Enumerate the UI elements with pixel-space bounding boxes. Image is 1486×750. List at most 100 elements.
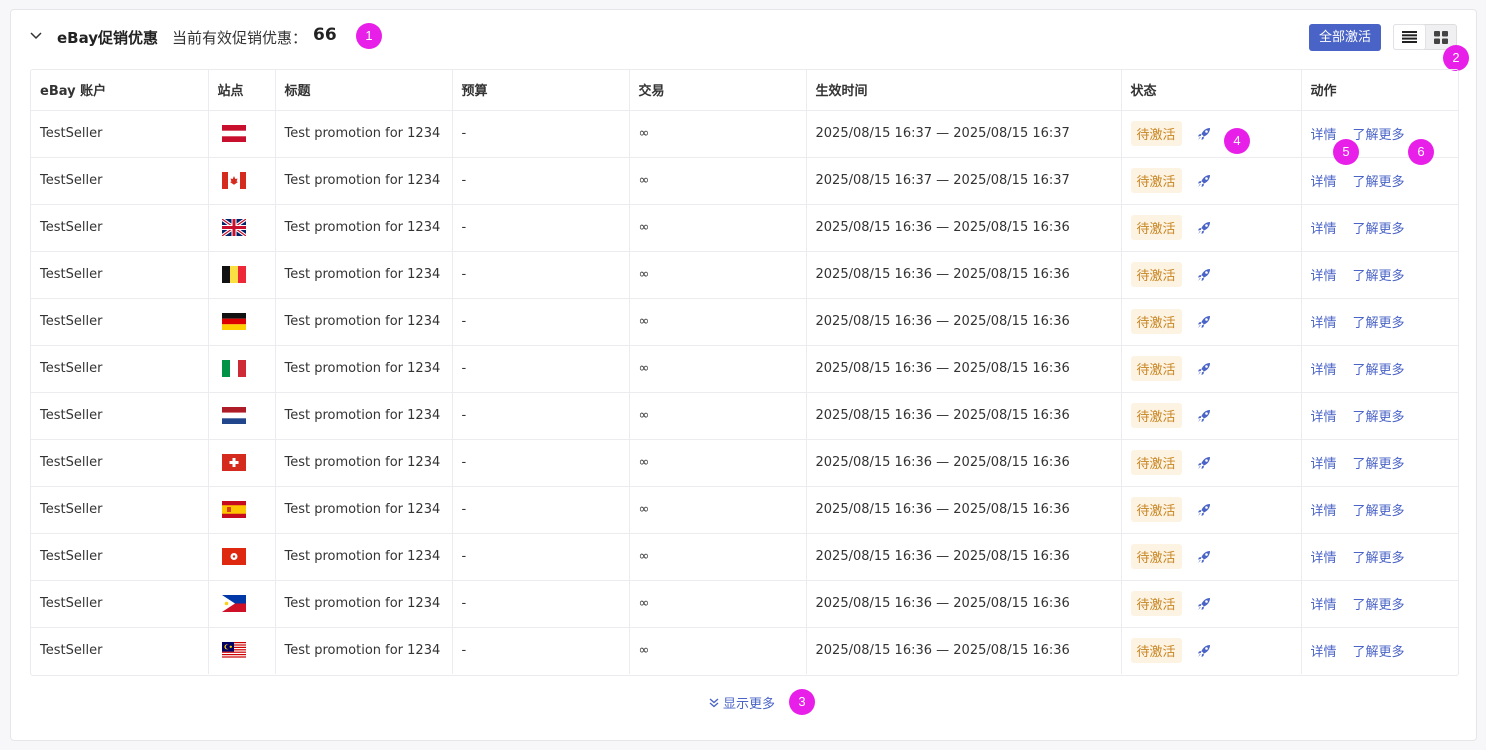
cell-site [208, 251, 276, 299]
activate-all-button[interactable]: 全部激活 [1309, 24, 1381, 51]
cell-account: TestSeller [31, 204, 209, 252]
view-toggle [1393, 24, 1457, 50]
detail-link[interactable]: 详情 [1311, 504, 1337, 519]
cell-title: Test promotion for 1234 [275, 392, 453, 440]
learn-more-link[interactable]: 了解更多 [1353, 645, 1405, 660]
cell-site [208, 439, 276, 487]
rocket-icon[interactable] [1196, 549, 1212, 565]
chevron-down-icon[interactable] [29, 28, 43, 42]
column-header-actions[interactable]: 动作 [1301, 70, 1458, 111]
cell-title: Test promotion for 1234 [275, 345, 453, 393]
learn-more-link[interactable]: 了解更多 [1353, 410, 1405, 425]
flag-uk-icon [221, 219, 246, 236]
cell-period: 2025/08/15 16:36 — 2025/08/15 16:36 [806, 486, 1122, 534]
detail-link[interactable]: 详情 [1311, 457, 1337, 472]
cell-title: Test promotion for 1234 [275, 627, 453, 674]
annotation-marker-4: 4 [1224, 128, 1250, 154]
cell-deals: ∞ [629, 345, 807, 393]
learn-more-link[interactable]: 了解更多 [1353, 598, 1405, 613]
cell-status: 待激活 [1121, 392, 1302, 440]
detail-link[interactable]: 详情 [1311, 551, 1337, 566]
card-header: eBay促销优惠 当前有效促销优惠： 66 1 全部激活 2 [11, 10, 1476, 71]
detail-link[interactable]: 详情 [1311, 222, 1337, 237]
cell-budget: - [452, 533, 630, 581]
cell-site [208, 392, 276, 440]
learn-more-link[interactable]: 了解更多 [1353, 316, 1405, 331]
learn-more-link[interactable]: 了解更多 [1353, 222, 1405, 237]
cell-actions: 详情 了解更多 [1301, 580, 1458, 628]
cell-budget: - [452, 392, 630, 440]
detail-link[interactable]: 详情 [1311, 269, 1337, 284]
detail-link[interactable]: 详情 [1311, 363, 1337, 378]
status-badge: 待激活 [1130, 403, 1182, 428]
rocket-icon[interactable] [1196, 126, 1212, 142]
table-row: TestSeller Test promotion for 1234- ∞ 2025/… [31, 345, 1458, 393]
rocket-icon[interactable] [1196, 220, 1212, 236]
rocket-icon[interactable] [1196, 408, 1212, 424]
flag-es-icon [221, 501, 246, 518]
cell-title: Test promotion for 1234 [275, 439, 453, 487]
status-badge: 待激活 [1130, 638, 1182, 664]
cell-actions: 详情 了解更多 [1301, 533, 1458, 581]
cell-budget: - [452, 580, 630, 628]
cell-status: 待激活 [1121, 110, 1302, 158]
column-header-site[interactable]: 站点 [208, 70, 276, 111]
promotions-card: eBay促销优惠 当前有效促销优惠： 66 1 全部激活 2 eBay 账户 站… [10, 9, 1477, 741]
column-header-account[interactable]: eBay 账户 [31, 70, 209, 111]
flag-ph-icon [221, 595, 246, 612]
cell-account: TestSeller [31, 345, 209, 393]
cell-period: 2025/08/15 16:36 — 2025/08/15 16:36 [806, 580, 1122, 628]
cell-site [208, 110, 276, 158]
cell-period: 2025/08/15 16:37 — 2025/08/15 16:37 [806, 110, 1122, 158]
column-header-title[interactable]: 标题 [275, 70, 453, 111]
learn-more-link[interactable]: 了解更多 [1353, 457, 1405, 472]
flag-be-icon [221, 266, 246, 283]
cell-status: 待激活 [1121, 251, 1302, 299]
learn-more-link[interactable]: 了解更多 [1353, 128, 1405, 143]
learn-more-link[interactable]: 了解更多 [1353, 175, 1405, 190]
table-row: TestSeller Test promotion for 1234- ∞ 2025/… [31, 486, 1458, 534]
flag-it-icon [221, 360, 246, 377]
annotation-marker-6: 6 [1408, 139, 1434, 165]
detail-link[interactable]: 详情 [1311, 175, 1337, 190]
rocket-icon[interactable] [1196, 314, 1212, 330]
status-badge: 待激活 [1130, 544, 1182, 569]
detail-link[interactable]: 详情 [1311, 128, 1337, 143]
detail-link[interactable]: 详情 [1311, 410, 1337, 425]
learn-more-link[interactable]: 了解更多 [1353, 363, 1405, 378]
flag-de-icon [221, 313, 246, 330]
status-badge: 待激活 [1130, 168, 1182, 193]
learn-more-link[interactable]: 了解更多 [1353, 551, 1405, 566]
cell-period: 2025/08/15 16:37 — 2025/08/15 16:37 [806, 157, 1122, 205]
cell-period: 2025/08/15 16:36 — 2025/08/15 16:36 [806, 251, 1122, 299]
cell-budget: - [452, 251, 630, 299]
rocket-icon[interactable] [1196, 596, 1212, 612]
detail-link[interactable]: 详情 [1311, 316, 1337, 331]
column-header-budget[interactable]: 预算 [452, 70, 630, 111]
cell-site [208, 345, 276, 393]
list-view-option[interactable] [1394, 25, 1425, 49]
show-more-button[interactable]: 显示更多 [709, 693, 775, 712]
learn-more-link[interactable]: 了解更多 [1353, 504, 1405, 519]
rocket-icon[interactable] [1196, 502, 1212, 518]
learn-more-link[interactable]: 了解更多 [1353, 269, 1405, 284]
column-header-period[interactable]: 生效时间 [806, 70, 1122, 111]
rocket-icon[interactable] [1196, 455, 1212, 471]
cell-budget: - [452, 486, 630, 534]
flag-at-icon [221, 125, 246, 142]
cell-site [208, 486, 276, 534]
rocket-icon[interactable] [1196, 267, 1212, 283]
cell-deals: ∞ [629, 533, 807, 581]
detail-link[interactable]: 详情 [1311, 645, 1337, 660]
cell-actions: 详情 了解更多 [1301, 345, 1458, 393]
cell-budget: - [452, 439, 630, 487]
status-badge: 待激活 [1130, 121, 1182, 146]
cell-actions: 详情 了解更多 [1301, 392, 1458, 440]
rocket-icon[interactable] [1196, 173, 1212, 189]
column-header-status[interactable]: 状态 [1121, 70, 1302, 111]
rocket-icon[interactable] [1196, 643, 1212, 659]
flag-ch-icon [221, 454, 246, 471]
detail-link[interactable]: 详情 [1311, 598, 1337, 613]
column-header-deals[interactable]: 交易 [629, 70, 807, 111]
rocket-icon[interactable] [1196, 361, 1212, 377]
